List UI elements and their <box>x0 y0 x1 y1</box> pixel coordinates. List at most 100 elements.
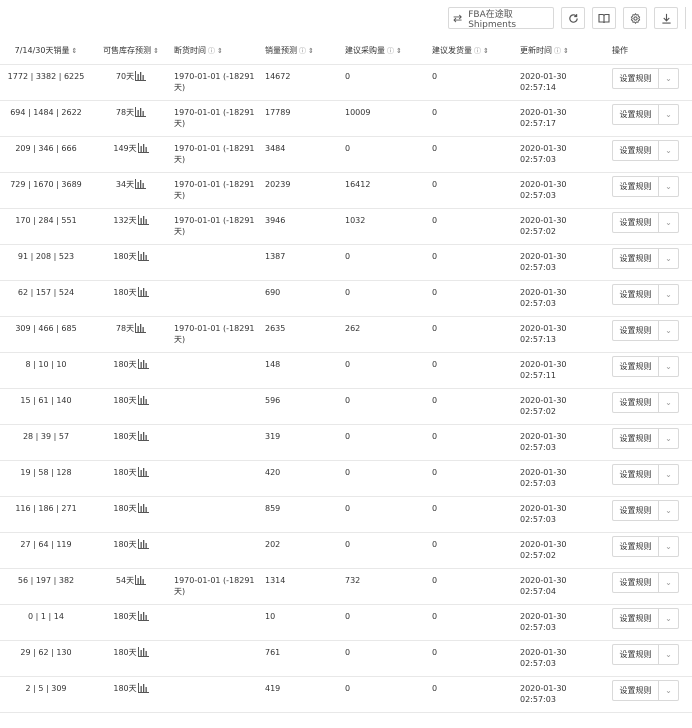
set-rule-button[interactable]: 设置规则 <box>613 69 658 88</box>
stockout-cell <box>170 280 261 317</box>
bar-chart-icon[interactable] <box>135 575 147 585</box>
column-header-sales[interactable]: 7/14/30天销量 ⇕ <box>0 36 92 65</box>
set-rule-button[interactable]: 设置规则 <box>613 357 658 376</box>
rule-dropdown-toggle[interactable]: ⌄ <box>658 573 678 592</box>
sort-icon[interactable]: ⇕ <box>217 47 223 55</box>
bar-chart-icon[interactable] <box>137 395 149 405</box>
stockout-value: 1970-01-01 (-18291 天) <box>174 576 255 596</box>
sort-icon[interactable]: ⇕ <box>71 47 77 55</box>
sales-cell: 209 | 346 | 666 <box>0 136 92 173</box>
rule-dropdown-toggle[interactable]: ⌄ <box>658 429 678 448</box>
rule-dropdown-toggle[interactable]: ⌄ <box>658 285 678 304</box>
bar-chart-icon[interactable] <box>135 323 147 333</box>
rule-dropdown-toggle[interactable]: ⌄ <box>658 213 678 232</box>
bar-chart-icon[interactable] <box>137 647 149 657</box>
rule-dropdown-toggle[interactable]: ⌄ <box>658 357 678 376</box>
bar-chart-icon[interactable] <box>137 143 149 153</box>
refresh-icon <box>568 13 578 23</box>
bar-chart-icon[interactable] <box>135 107 147 117</box>
help-icon[interactable]: ⓘ <box>554 47 561 55</box>
set-rule-button[interactable]: 设置规则 <box>613 393 658 412</box>
column-header-label: 操作 <box>612 45 628 55</box>
set-rule-button[interactable]: 设置规则 <box>613 321 658 340</box>
set-rule-button[interactable]: 设置规则 <box>613 609 658 628</box>
set-rule-button[interactable]: 设置规则 <box>613 501 658 520</box>
chevron-down-icon: ⌄ <box>665 614 672 623</box>
settings-button[interactable] <box>623 7 647 29</box>
rule-dropdown-toggle[interactable]: ⌄ <box>658 609 678 628</box>
bar-chart-icon[interactable] <box>137 467 149 477</box>
rule-dropdown-toggle[interactable]: ⌄ <box>658 537 678 556</box>
bar-chart-icon[interactable] <box>137 611 149 621</box>
sort-icon[interactable]: ⇕ <box>483 47 489 55</box>
help-icon[interactable]: ⓘ <box>208 47 215 55</box>
stockout-cell: 1970-01-01 (-18291 天) <box>170 568 261 605</box>
rule-dropdown-toggle[interactable]: ⌄ <box>658 141 678 160</box>
bar-chart-icon[interactable] <box>137 683 149 693</box>
set-rule-button[interactable]: 设置规则 <box>613 249 658 268</box>
forecast-cell: 202 <box>261 532 341 569</box>
sort-icon[interactable]: ⇕ <box>396 47 402 55</box>
column-header-updated[interactable]: 更新时间 ⓘ ⇕ <box>516 36 608 65</box>
refresh-button[interactable] <box>561 7 585 29</box>
set-rule-button[interactable]: 设置规则 <box>613 645 658 664</box>
column-header-label: 断货时间 <box>174 45 206 55</box>
help-icon[interactable]: ⓘ <box>474 47 481 55</box>
bar-chart-icon[interactable] <box>137 287 149 297</box>
download-button[interactable] <box>654 7 678 29</box>
sort-icon[interactable]: ⇕ <box>153 47 159 55</box>
sales-value: 116 | 186 | 271 <box>15 504 77 513</box>
set-rule-button[interactable]: 设置规则 <box>613 213 658 232</box>
rule-dropdown-toggle[interactable]: ⌄ <box>658 105 678 124</box>
set-rule-button[interactable]: 设置规则 <box>613 105 658 124</box>
stockout-cell <box>170 496 261 533</box>
column-header-ship[interactable]: 建议发货量 ⓘ ⇕ <box>428 36 516 65</box>
set-rule-button[interactable]: 设置规则 <box>613 285 658 304</box>
set-rule-button[interactable]: 设置规则 <box>613 681 658 700</box>
bar-chart-icon[interactable] <box>135 179 147 189</box>
rule-dropdown-toggle[interactable]: ⌄ <box>658 465 678 484</box>
column-header-stockout[interactable]: 断货时间 ⓘ ⇕ <box>170 36 261 65</box>
rule-dropdown-toggle[interactable]: ⌄ <box>658 645 678 664</box>
bar-chart-icon[interactable] <box>137 503 149 513</box>
help-icon[interactable]: ⓘ <box>387 47 394 55</box>
set-rule-button[interactable]: 设置规则 <box>613 573 658 592</box>
rule-dropdown-toggle[interactable]: ⌄ <box>658 393 678 412</box>
sort-icon[interactable]: ⇕ <box>563 47 569 55</box>
purchase-value: 0 <box>345 468 351 477</box>
bar-chart-icon[interactable] <box>137 251 149 261</box>
stock-value: 54天 <box>115 576 135 585</box>
set-rule-button[interactable]: 设置规则 <box>613 429 658 448</box>
stockout-value: 1970-01-01 (-18291 天) <box>174 108 255 128</box>
action-cell: 设置规则 ⌄ <box>608 460 692 497</box>
stock-cell: 180天 <box>92 388 170 425</box>
columns-button[interactable] <box>592 7 616 29</box>
column-header-purchase[interactable]: 建议采购量 ⓘ ⇕ <box>341 36 428 65</box>
rule-dropdown-toggle[interactable]: ⌄ <box>658 177 678 196</box>
set-rule-button[interactable]: 设置规则 <box>613 465 658 484</box>
rule-dropdown-toggle[interactable]: ⌄ <box>658 681 678 700</box>
set-rule-button[interactable]: 设置规则 <box>613 141 658 160</box>
set-rule-button-group: 设置规则 ⌄ <box>612 680 679 701</box>
table-row: 694 | 1484 | 2622 78天 1970-01-01 (-18291 天… <box>0 100 692 137</box>
rule-dropdown-toggle[interactable]: ⌄ <box>658 321 678 340</box>
set-rule-button[interactable]: 设置规则 <box>613 177 658 196</box>
bar-chart-icon[interactable] <box>135 71 147 81</box>
sales-cell: 15 | 61 | 140 <box>0 388 92 425</box>
fba-shipments-button[interactable]: ⇄ FBA在途取Shipments <box>448 7 554 30</box>
sort-icon[interactable]: ⇕ <box>308 47 314 55</box>
stockout-cell <box>170 460 261 497</box>
bar-chart-icon[interactable] <box>137 539 149 549</box>
column-header-stock[interactable]: 可售库存预测 ⇕ <box>92 36 170 65</box>
rule-dropdown-toggle[interactable]: ⌄ <box>658 69 678 88</box>
sales-cell: 116 | 186 | 271 <box>0 496 92 533</box>
bar-chart-icon[interactable] <box>137 431 149 441</box>
column-header-forecast[interactable]: 销量预测 ⓘ ⇕ <box>261 36 341 65</box>
rule-dropdown-toggle[interactable]: ⌄ <box>658 501 678 520</box>
rule-dropdown-toggle[interactable]: ⌄ <box>658 249 678 268</box>
bar-chart-icon[interactable] <box>137 215 149 225</box>
bar-chart-icon[interactable] <box>137 359 149 369</box>
set-rule-button[interactable]: 设置规则 <box>613 537 658 556</box>
updated-cell: 2020-01-30 02:57:14 <box>516 64 608 101</box>
help-icon[interactable]: ⓘ <box>299 47 306 55</box>
